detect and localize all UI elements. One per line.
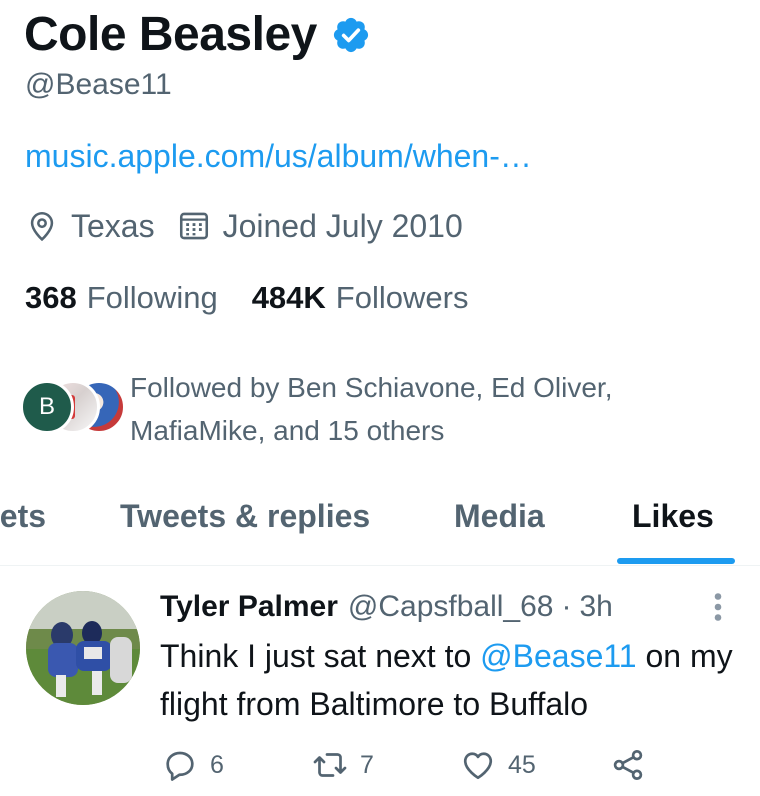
reply-count: 6 [210,750,224,779]
retweet-button[interactable]: 7 [312,747,374,783]
profile-location: Texas [25,208,155,245]
tab-tweets-and-replies[interactable]: Tweets & replies [120,498,370,535]
more-options-icon[interactable] [703,589,733,625]
heart-icon [463,752,493,780]
profile-location-text: Texas [71,207,155,244]
tweet-header: Tyler Palmer @Capsfball_68 · 3h [160,587,613,627]
followers-label: Followers [335,280,469,315]
followed-by-section[interactable]: B Followed by Ben Schiavone, Ed Oliver, … [20,366,750,456]
verified-badge-icon [333,17,368,53]
tab-likes[interactable]: Likes [632,498,714,535]
like-count: 45 [508,750,536,779]
retweet-count: 7 [360,750,374,779]
followed-by-avatars: B [20,380,126,436]
profile-display-name: Cole Beasley [24,7,317,61]
tweet-timestamp[interactable]: 3h [579,590,612,624]
active-tab-indicator [617,558,735,564]
followers-link[interactable]: 484K Followers [252,280,469,316]
tweet-separator: · [561,590,572,623]
tweet-author-avatar[interactable] [26,591,140,705]
profile-joined-text: Joined July 2010 [222,207,463,244]
tweet[interactable]: Tyler Palmer @Capsfball_68 · 3h Think I … [0,567,760,796]
profile-handle: @Bease11 [25,68,172,101]
location-pin-icon [30,211,54,242]
following-label: Following [86,280,218,315]
following-count: 368 [25,280,77,315]
calendar-icon [179,212,208,240]
profile-website-link[interactable]: music.apple.com/us/album/when-… [25,138,532,175]
profile-stats-row: 368 Following 484K Followers [25,278,468,318]
reply-icon [166,751,194,781]
tab-tweets[interactable]: eets [0,498,46,535]
avatar: B [20,380,74,434]
tweet-actions: 6 7 45 [160,747,720,787]
profile-joined: Joined July 2010 [177,208,463,245]
reply-button[interactable]: 6 [162,747,224,783]
tweet-text: Think I just sat next to @Bease11 on my … [160,632,750,728]
tweet-text-start: Think I just sat next to [160,638,481,674]
followers-count: 484K [251,280,326,315]
tweet-mention-link[interactable]: @Bease11 [480,638,636,674]
tab-media[interactable]: Media [454,498,545,535]
profile-tabs: eets Tweets & replies Media Likes [0,480,760,566]
profile-name-row: Cole Beasley [24,4,371,64]
following-link[interactable]: 368 Following [25,280,218,316]
like-button[interactable]: 45 [460,747,536,783]
retweet-icon [313,753,347,777]
tweet-author-handle[interactable]: @Capsfball_68 [348,590,554,624]
followed-by-text: Followed by Ben Schiavone, Ed Oliver, Ma… [130,372,613,446]
avatar-photo [26,591,140,705]
share-button[interactable] [610,747,646,783]
tweet-author-name[interactable]: Tyler Palmer [160,590,338,624]
profile-meta-row: Texas Joined July 2010 [25,204,463,248]
share-icon [613,750,643,780]
